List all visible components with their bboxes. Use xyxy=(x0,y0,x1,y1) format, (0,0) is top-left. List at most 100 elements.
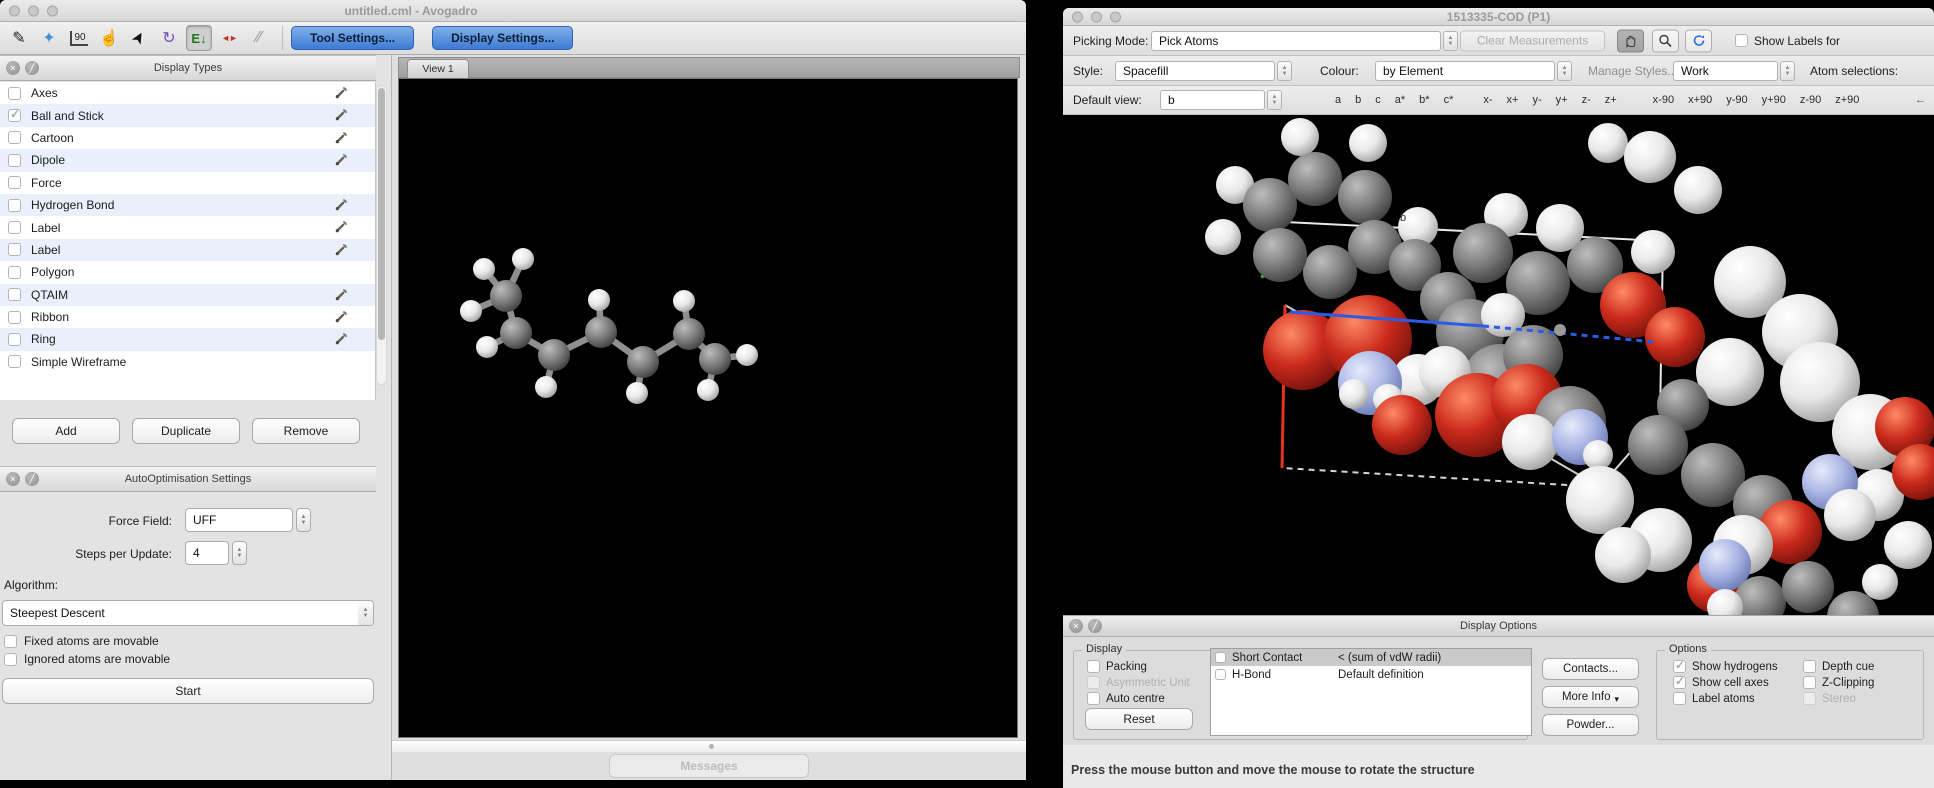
close-panel-icon[interactable]: × xyxy=(6,61,20,75)
view-preset-button-zm[interactable]: z- xyxy=(1578,92,1595,108)
vibration-tool[interactable]: ∕∕ xyxy=(246,25,272,51)
clear-measurements-button[interactable]: Clear Measurements xyxy=(1460,30,1605,51)
view-preset-button-b[interactable]: b xyxy=(1351,92,1365,108)
view-preset-button-yp90[interactable]: y+90 xyxy=(1758,92,1790,108)
zoom-window-button[interactable] xyxy=(1110,11,1121,22)
display-type-checkbox[interactable] xyxy=(8,154,21,167)
contacts-button[interactable]: Contacts... xyxy=(1542,658,1639,680)
display-type-checkbox[interactable] xyxy=(8,176,21,189)
display-type-checkbox[interactable] xyxy=(8,131,21,144)
tab-view-1[interactable]: View 1 xyxy=(407,59,469,78)
display-settings-button[interactable]: Display Settings... xyxy=(432,26,573,50)
close-window-button[interactable] xyxy=(9,5,20,16)
colour-dropdown[interactable]: by Element▲▼ xyxy=(1375,61,1555,81)
display-option-checkbox[interactable]: Packing xyxy=(1087,660,1147,673)
view-preset-button-xm90[interactable]: x-90 xyxy=(1649,92,1678,108)
fixed-atoms-checkbox[interactable]: Fixed atoms are movable xyxy=(4,634,159,648)
close-panel-icon[interactable]: × xyxy=(6,472,20,486)
wrench-settings-icon[interactable] xyxy=(334,287,349,305)
rotate-button[interactable] xyxy=(1685,29,1712,52)
show-labels-checkbox[interactable]: Show Labels for xyxy=(1735,34,1840,48)
more-infobutton[interactable]: More Info▾ xyxy=(1542,686,1639,708)
force-field-dropdown[interactable]: UFF xyxy=(185,508,293,532)
wrench-settings-icon[interactable] xyxy=(334,219,349,237)
view-preset-button-xm[interactable]: x- xyxy=(1479,92,1496,108)
view-preset-button-zm90[interactable]: z-90 xyxy=(1796,92,1825,108)
tool-settings-button[interactable]: Tool Settings... xyxy=(291,26,414,50)
display-type-row[interactable]: Force xyxy=(0,172,375,194)
view-preset-button-zp[interactable]: z+ xyxy=(1601,92,1621,108)
display-type-checkbox[interactable] xyxy=(8,199,21,212)
minimize-window-button[interactable] xyxy=(28,5,39,16)
back-view-button[interactable]: ← xyxy=(1911,92,1930,108)
messages-splitter[interactable] xyxy=(392,740,1026,752)
pan-hand-button[interactable] xyxy=(1617,29,1644,52)
display-type-row[interactable]: Hydrogen Bond xyxy=(0,194,375,216)
wrench-settings-icon[interactable] xyxy=(334,309,349,327)
display-type-row[interactable]: Simple Wireframe xyxy=(0,351,375,373)
align-tool[interactable]: ◄► xyxy=(216,25,242,51)
detach-panel-icon[interactable]: ╱ xyxy=(25,472,39,486)
options-checkbox[interactable]: Z-Clipping xyxy=(1803,676,1874,689)
force-field-stepper[interactable]: ▲▼ xyxy=(296,508,311,532)
autooptimize-tool[interactable]: E↓ xyxy=(186,25,212,51)
algorithm-stepper[interactable]: ▲▼ xyxy=(358,601,373,625)
view-preset-button-c[interactable]: c xyxy=(1371,92,1385,108)
display-type-checkbox[interactable] xyxy=(8,355,21,368)
dropdown-stepper-icon[interactable]: ▲▼ xyxy=(1443,31,1458,51)
dropdown-stepper-icon[interactable]: ▲▼ xyxy=(1277,61,1292,81)
view-preset-button-yp[interactable]: y+ xyxy=(1552,92,1572,108)
view-preset-button-cs[interactable]: c* xyxy=(1440,92,1458,108)
display-type-row[interactable]: Axes xyxy=(0,82,375,104)
contact-definition-list[interactable]: Short Contact< (sum of vdW radii)H-BondD… xyxy=(1210,648,1532,736)
display-type-checkbox[interactable] xyxy=(8,311,21,324)
display-type-checkbox[interactable] xyxy=(8,243,21,256)
options-checkbox[interactable]: Depth cue xyxy=(1803,660,1874,673)
display-type-checkbox[interactable] xyxy=(8,266,21,279)
display-type-checkbox[interactable] xyxy=(8,221,21,234)
contact-checkbox[interactable] xyxy=(1215,652,1226,663)
display-types-scrollbar[interactable] xyxy=(376,85,387,385)
wrench-settings-icon[interactable] xyxy=(334,242,349,260)
display-type-checkbox[interactable] xyxy=(8,288,21,301)
select-tool[interactable]: ➤ xyxy=(126,25,152,51)
contact-list-row[interactable]: Short Contact< (sum of vdW radii) xyxy=(1211,649,1531,666)
display-type-checkbox[interactable] xyxy=(8,333,21,346)
display-type-row[interactable]: Polygon xyxy=(0,261,375,283)
close-panel-icon[interactable]: × xyxy=(1069,619,1083,633)
manipulate-tool[interactable]: ☝ xyxy=(96,25,122,51)
display-type-row[interactable]: QTAIM xyxy=(0,284,375,306)
detach-panel-icon[interactable]: ╱ xyxy=(25,61,39,75)
powder-button[interactable]: Powder... xyxy=(1542,714,1639,736)
display-type-row[interactable]: Ribbon xyxy=(0,306,375,328)
contact-list-row[interactable]: H-BondDefault definition xyxy=(1211,666,1531,683)
steps-stepper[interactable]: ▲▼ xyxy=(232,541,247,565)
default-view-dropdown[interactable]: b▲▼ xyxy=(1160,90,1265,110)
display-type-row[interactable]: Ball and Stick xyxy=(0,104,375,126)
scrollbar-thumb[interactable] xyxy=(378,88,385,340)
display-type-checkbox[interactable] xyxy=(8,109,21,122)
ignored-atoms-checkbox[interactable]: Ignored atoms are movable xyxy=(4,652,170,666)
start-button[interactable]: Start xyxy=(2,678,374,704)
zoom-window-button[interactable] xyxy=(47,5,58,16)
duplicate-button[interactable]: Duplicate xyxy=(132,418,240,444)
mercury-3d-viewport[interactable]: b xyxy=(1063,115,1934,615)
measure-tool[interactable]: 90 xyxy=(66,25,92,51)
wrench-settings-icon[interactable] xyxy=(334,107,349,125)
draw-tool[interactable]: ✎ xyxy=(6,25,32,51)
detach-panel-icon[interactable]: ╱ xyxy=(1088,619,1102,633)
options-checkbox[interactable]: Label atoms xyxy=(1673,692,1755,705)
algorithm-dropdown[interactable]: Steepest Descent xyxy=(2,600,374,626)
mercury-titlebar[interactable]: 1513335-COD (P1) xyxy=(1063,8,1934,26)
options-checkbox[interactable]: Show hydrogens xyxy=(1673,660,1778,673)
picking-mode-dropdown[interactable]: Pick Atoms▲▼ xyxy=(1151,31,1441,51)
avogadro-titlebar[interactable]: untitled.cml - Avogadro xyxy=(0,0,1026,22)
remove-button[interactable]: Remove xyxy=(252,418,360,444)
display-type-row[interactable]: Label xyxy=(0,216,375,238)
options-checkbox[interactable]: Show cell axes xyxy=(1673,676,1769,689)
manage-styles-button[interactable]: Manage Styles... xyxy=(1588,64,1677,78)
view-preset-button-ym[interactable]: y- xyxy=(1528,92,1545,108)
dropdown-stepper-icon[interactable]: ▲▼ xyxy=(1267,90,1282,110)
messages-collapsed-bar[interactable]: Messages xyxy=(609,754,809,778)
view-preset-button-a[interactable]: a xyxy=(1331,92,1345,108)
